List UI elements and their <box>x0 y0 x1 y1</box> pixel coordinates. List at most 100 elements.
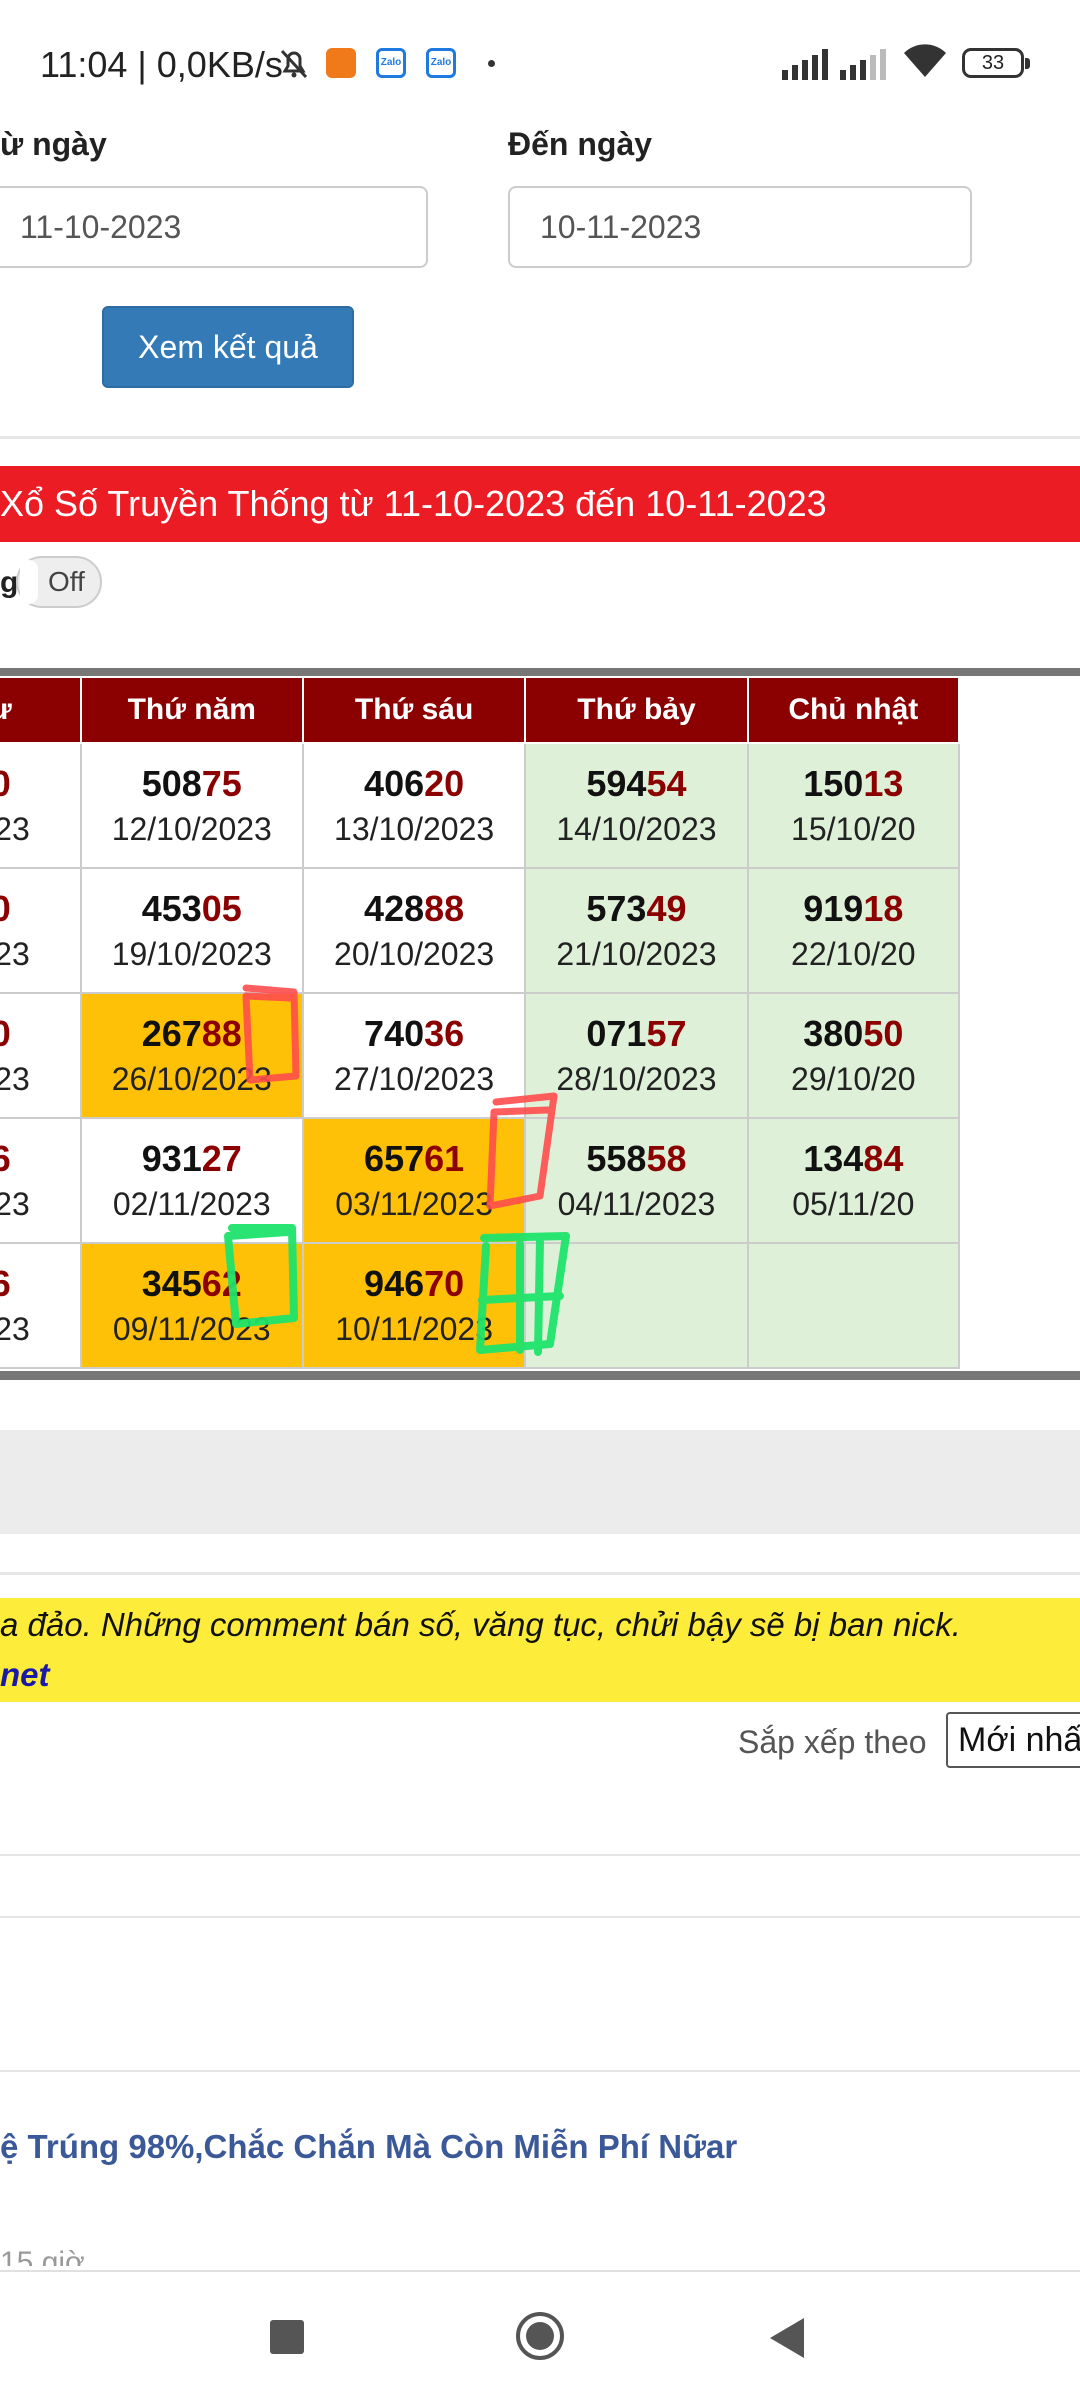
result-number: 93127 <box>83 1136 301 1182</box>
number-head: 428 <box>364 887 425 929</box>
number-tail: 62 <box>201 1262 242 1304</box>
bell-off-icon <box>276 46 312 80</box>
notice-link[interactable]: net <box>0 1656 50 1694</box>
col-header-fri: Thứ sáu <box>301 676 527 744</box>
recent-apps-icon[interactable] <box>270 2320 304 2354</box>
table-border-bottom <box>0 1371 1080 1380</box>
comment-rules-notice: a đảo. Những comment bán số, văng tục, c… <box>0 1598 1080 1702</box>
table-row: 3800/20232678826/10/20237403627/10/20230… <box>0 992 961 1119</box>
result-cell: 07157 28/10/2023 <box>524 992 749 1119</box>
table-row: 6000/20234530519/10/20234288820/10/20235… <box>0 867 961 994</box>
result-date: 1/2023 <box>0 1310 30 1347</box>
result-date: 20/10/2023 <box>334 935 495 972</box>
status-bar: 11:04 | 0,0KB/s Zalo Zalo 33 <box>0 0 1080 128</box>
result-cell: 6000/2023 <box>0 867 82 994</box>
col-header-sat: Thứ bảy <box>524 676 749 744</box>
table-header-row: ứ tư Thứ năm Thứ sáu Thứ bảy Chủ nhật <box>0 676 961 744</box>
result-date: 29/10/20 <box>791 1060 916 1097</box>
result-date: 27/10/2023 <box>334 1060 495 1097</box>
signal-icon <box>782 48 828 80</box>
result-date: 26/10/2023 <box>111 1060 272 1097</box>
dot-icon <box>488 60 495 67</box>
result-number: 57349 <box>527 886 745 932</box>
result-cell: 13484 05/11/20 <box>746 1117 961 1244</box>
results-table: ứ tư Thứ năm Thứ sáu Thứ bảy Chủ nhật 14… <box>0 668 1080 1380</box>
number-head: 134 <box>803 1137 864 1179</box>
number-head: 558 <box>586 1137 647 1179</box>
results-title: Xổ Số Truyền Thống từ 11-10-2023 đến 10-… <box>0 466 1080 542</box>
result-number: 26788 <box>83 1011 301 1057</box>
number-tail: 40 <box>0 763 11 804</box>
result-number: 42888 <box>305 886 523 932</box>
wifi-icon <box>902 44 948 78</box>
result-number: 45305 <box>83 886 301 932</box>
post-title-link[interactable]: ệ Trúng 98%,Chắc Chắn Mà Còn Miễn Phí Nữ… <box>0 2128 737 2166</box>
number-head: 380 <box>803 1012 864 1054</box>
number-tail: 20 <box>424 762 465 804</box>
result-date: 14/10/2023 <box>556 810 717 847</box>
view-results-button[interactable]: Xem kết quả <box>102 306 354 388</box>
result-date: 0/2023 <box>0 935 30 972</box>
result-number: 600 <box>0 886 79 932</box>
result-date: 10/11/2023 <box>335 1310 493 1347</box>
number-head: 657 <box>364 1137 425 1179</box>
result-number: 59454 <box>527 761 745 807</box>
result-number: 136 <box>0 1136 79 1182</box>
result-cell: 40620 13/10/2023 <box>301 742 527 869</box>
result-cell: 26788 26/10/2023 <box>79 992 304 1119</box>
result-number: 91918 <box>750 886 957 932</box>
result-date: 02/11/2023 <box>112 1185 271 1222</box>
result-number: 50875 <box>83 761 301 807</box>
result-number: 55858 <box>527 1136 745 1182</box>
result-number: 38050 <box>750 1011 957 1057</box>
toggle-switch[interactable]: Off <box>16 556 102 608</box>
notice-text: a đảo. Những comment bán số, văng tục, c… <box>0 1606 961 1643</box>
divider <box>0 436 1080 439</box>
number-head: 594 <box>586 762 647 804</box>
result-cell: 91918 22/10/20 <box>746 867 961 994</box>
number-head: 573 <box>586 887 647 929</box>
number-head: 946 <box>364 1262 425 1304</box>
zalo-icon: Zalo <box>426 46 456 80</box>
divider <box>0 1916 1080 1918</box>
result-number: 65761 <box>305 1136 523 1182</box>
result-number: 94670 <box>305 1261 523 1307</box>
result-date: 05/11/20 <box>792 1185 915 1222</box>
result-cell: 57349 21/10/2023 <box>524 867 749 994</box>
number-tail: 18 <box>863 887 904 929</box>
number-tail: 54 <box>646 762 687 804</box>
result-cell: 42888 20/10/2023 <box>301 867 527 994</box>
number-tail: 50 <box>863 1012 904 1054</box>
result-date: 04/11/2023 <box>557 1185 716 1222</box>
number-head: 453 <box>141 887 202 929</box>
status-time: 11:04 | 0,0KB/s <box>40 44 283 85</box>
number-tail: 61 <box>424 1137 465 1179</box>
shopee-app-icon <box>326 46 356 80</box>
result-cell: 38050 29/10/20 <box>746 992 961 1119</box>
from-date-input[interactable]: 11-10-2023 <box>0 186 428 268</box>
result-date: 19/10/2023 <box>111 935 272 972</box>
result-cell: 45305 19/10/2023 <box>79 867 304 994</box>
table-row: 1361/20239312702/11/20236576103/11/20235… <box>0 1117 961 1244</box>
home-icon[interactable] <box>516 2312 564 2360</box>
result-number: 07157 <box>527 1011 745 1057</box>
result-cell: 34562 09/11/2023 <box>79 1242 304 1369</box>
result-number: 380 <box>0 1011 79 1057</box>
to-date-input[interactable]: 10-11-2023 <box>508 186 972 268</box>
number-head: 740 <box>364 1012 425 1054</box>
col-header-wed: ứ tư <box>0 676 82 744</box>
number-head: 150 <box>803 762 864 804</box>
signal-icon <box>840 48 886 80</box>
number-head: 508 <box>141 762 202 804</box>
result-date: 0/2023 <box>0 810 30 847</box>
sort-select[interactable]: Mới nhất <box>946 1712 1080 1768</box>
number-tail: 75 <box>201 762 242 804</box>
result-cell <box>746 1242 961 1369</box>
back-icon[interactable] <box>770 2318 804 2358</box>
result-date: 15/10/20 <box>791 810 916 847</box>
number-tail: 88 <box>424 887 465 929</box>
result-cell: 1361/2023 <box>0 1117 82 1244</box>
col-header-sun: Chủ nhật <box>746 676 961 744</box>
result-cell: 65761 03/11/2023 <box>301 1117 527 1244</box>
ad-placeholder <box>0 1430 1080 1534</box>
